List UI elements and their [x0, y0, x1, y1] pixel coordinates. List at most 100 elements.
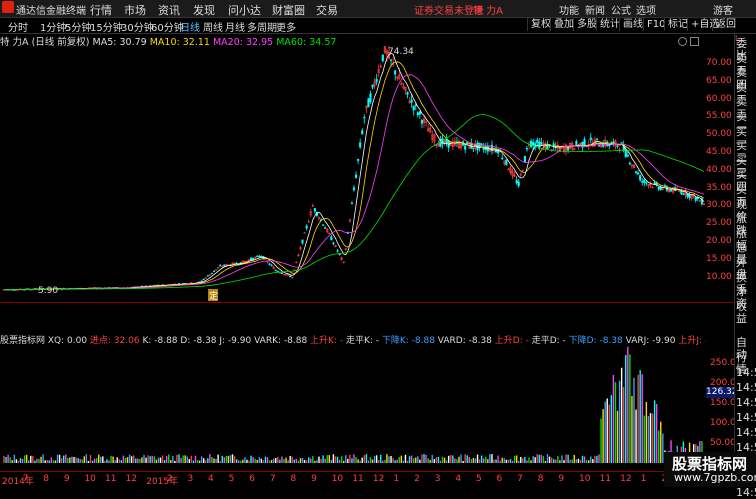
menu-news[interactable]: 资讯	[158, 2, 180, 18]
candle-body	[406, 91, 409, 95]
candle-body	[274, 269, 277, 272]
indicator-bar	[318, 456, 320, 463]
indicator-bar	[520, 456, 522, 463]
candle-body	[525, 148, 528, 150]
ma60-line	[3, 114, 705, 291]
indicator-chart[interactable]	[0, 346, 706, 471]
indicator-bar	[104, 460, 106, 463]
period-tab-tick[interactable]: 分时	[8, 19, 28, 34]
period-tab-more[interactable]: 更多	[276, 19, 296, 34]
sidebar-field: 收益	[736, 299, 747, 325]
indicator-bar	[246, 459, 248, 463]
menu-ask[interactable]: 问小达	[228, 2, 261, 18]
indicator-bar	[254, 458, 256, 463]
indicator-bar	[466, 455, 468, 463]
indicator-bar	[91, 460, 94, 463]
menu-wealth[interactable]: 财富圈	[272, 2, 305, 18]
indicator-bar	[450, 454, 452, 463]
indicator-bar	[238, 460, 240, 463]
period-tab-daily[interactable]: 日线	[180, 19, 200, 34]
indicator-bar	[651, 413, 654, 463]
indicator-bar	[575, 459, 578, 463]
menu-formula[interactable]: 公式	[611, 2, 631, 17]
indicator-bar	[522, 458, 524, 463]
menu-discover[interactable]: 发现	[193, 2, 215, 18]
time-tick: 8	[290, 474, 297, 484]
indicator-bar	[583, 456, 586, 463]
indicator-bar	[454, 458, 456, 463]
indicator-bar	[452, 455, 454, 463]
candle-body	[616, 145, 619, 147]
indicator-bar	[223, 457, 225, 463]
indicator-bar	[596, 455, 598, 463]
candlestick-chart[interactable]: 74.34 5.90 定	[0, 46, 712, 302]
indicator-bar	[427, 458, 429, 463]
period-tab-1min[interactable]: 1分钟	[40, 19, 66, 34]
sidebar-tick-time: 14:5	[736, 426, 756, 439]
maximize-icon[interactable]	[690, 37, 699, 46]
settings-icon[interactable]	[678, 37, 687, 46]
menu-quotes[interactable]: 行情	[90, 2, 112, 18]
period-tab-multi[interactable]: 多周期	[247, 19, 277, 34]
sidebar-tick-time: 14:5	[736, 411, 756, 424]
indicator-bar	[598, 454, 600, 463]
indicator-bar	[172, 456, 174, 463]
menu-market[interactable]: 市场	[124, 2, 146, 18]
guest-label[interactable]: 游客	[713, 2, 733, 17]
time-tick: 6	[496, 474, 503, 484]
indicator-bar	[30, 455, 32, 463]
back-button[interactable]: 返回	[712, 18, 739, 31]
indicator-bar	[421, 454, 423, 463]
indicator-bar	[209, 454, 211, 463]
indicator-bar	[538, 454, 540, 463]
period-tab-monthly[interactable]: 月线	[225, 19, 245, 34]
time-tick: 8	[43, 474, 49, 484]
candle-body	[355, 174, 358, 178]
indicator-bar	[332, 454, 335, 463]
indicator-bar	[423, 454, 425, 463]
indicator-bar	[102, 456, 104, 463]
period-tab-weekly[interactable]: 周线	[203, 19, 223, 34]
indicator-bar	[513, 455, 516, 463]
time-tick: 7	[517, 474, 523, 484]
menu-options[interactable]: 选项	[636, 2, 656, 17]
indicator-bar	[637, 374, 639, 463]
period-tab-15min[interactable]: 15分钟	[90, 19, 123, 34]
indicator-bar	[233, 456, 236, 463]
indicator-bar	[550, 457, 553, 463]
ma20-line	[3, 74, 705, 291]
indicator-bar	[190, 455, 193, 463]
time-tick: 9	[311, 474, 317, 484]
candle-body	[501, 157, 504, 160]
candle-body	[332, 242, 335, 245]
indicator-bar	[203, 458, 205, 463]
draw-line-button[interactable]: 画线	[619, 18, 646, 31]
indicator-bar	[13, 454, 15, 463]
indicator-bar	[215, 458, 217, 463]
indicator-bar	[301, 457, 304, 463]
indicator-bar	[87, 460, 90, 463]
time-tick: 7	[269, 474, 276, 484]
menu-function[interactable]: 功能	[559, 2, 579, 17]
indicator-bar	[604, 401, 606, 463]
panel-divider	[0, 302, 734, 303]
indicator-bar	[338, 459, 341, 463]
menu-trade[interactable]: 交易	[316, 2, 338, 18]
menu-newsfeed[interactable]: 新闻	[585, 2, 605, 17]
indicator-bar	[493, 459, 495, 463]
price-tick: 45.00	[706, 147, 732, 157]
indicator-bar	[483, 458, 485, 463]
indicator-bar	[343, 460, 345, 463]
indicator-bar	[157, 457, 160, 463]
indicator-bar	[464, 454, 466, 463]
indicator-bar	[542, 456, 545, 463]
price-tick: 55.00	[706, 111, 732, 122]
ma10-line	[3, 61, 705, 291]
period-tab-60min[interactable]: 60分钟	[151, 19, 184, 34]
indicator-bar	[151, 455, 153, 463]
period-tab-5min[interactable]: 5分钟	[65, 19, 91, 34]
indicator-bar	[79, 458, 81, 463]
indicator-bar	[289, 455, 291, 463]
indicator-bar	[106, 459, 108, 463]
period-tab-30min[interactable]: 30分钟	[121, 19, 154, 34]
